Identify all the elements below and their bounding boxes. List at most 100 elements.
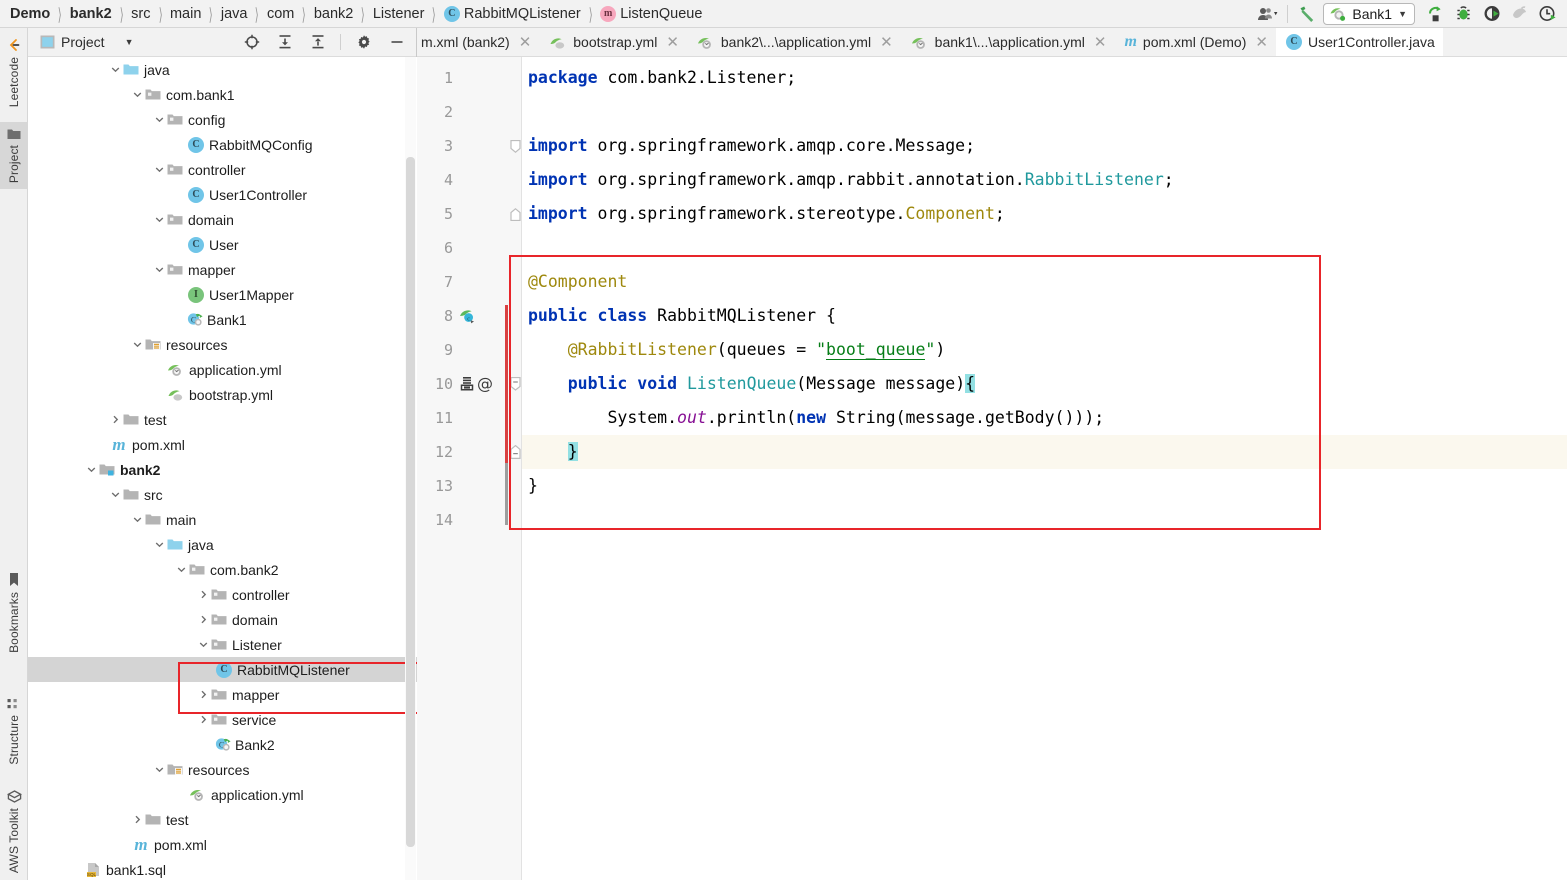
code-line[interactable]: }: [522, 435, 1567, 469]
editor-tab-pom-demo[interactable]: m pom.xml (Demo) ✕: [1114, 28, 1276, 56]
gutter-marks[interactable]: c: [455, 308, 476, 325]
tree-row-selected[interactable]: C RabbitMQListener: [28, 657, 417, 682]
sidebar-tab-leetcode[interactable]: Leetcode: [0, 32, 28, 113]
debug-button[interactable]: [1449, 2, 1477, 26]
tree-row[interactable]: domain: [28, 207, 417, 232]
sidebar-tab-structure[interactable]: Structure: [0, 692, 28, 771]
close-icon[interactable]: ✕: [1252, 34, 1268, 50]
code-line[interactable]: [522, 503, 1567, 537]
tree-row[interactable]: bank2: [28, 457, 417, 482]
fold-marker-end[interactable]: [509, 435, 522, 469]
tree-row[interactable]: domain: [28, 607, 417, 632]
hide-panel-button[interactable]: [383, 30, 410, 54]
chevron-down-icon[interactable]: [130, 82, 144, 107]
chevron-right-icon[interactable]: [196, 607, 210, 632]
breadcrumb-item-java[interactable]: java: [221, 6, 248, 22]
tree-row[interactable]: SQL bank1.sql: [28, 857, 417, 880]
annotation-at-gutter-icon[interactable]: @: [477, 376, 493, 392]
project-tree[interactable]: java com.bank1 config C RabbitMQConfig c…: [28, 57, 417, 880]
tree-row[interactable]: m pom.xml: [28, 832, 417, 857]
tree-row[interactable]: bootstrap.yml: [28, 382, 417, 407]
tree-row[interactable]: application.yml: [28, 357, 417, 382]
tree-row[interactable]: service: [28, 707, 417, 732]
code-line[interactable]: System.out.println(new String(message.ge…: [522, 401, 1567, 435]
code-line[interactable]: [522, 231, 1567, 265]
tree-row[interactable]: java: [28, 57, 417, 82]
profiler-button[interactable]: [1505, 2, 1533, 26]
fold-marker-start[interactable]: [509, 129, 522, 163]
tree-row[interactable]: C Bank2: [28, 732, 417, 757]
breadcrumb-item-com[interactable]: com: [267, 6, 294, 22]
chevron-down-icon[interactable]: [152, 257, 166, 282]
chevron-down-icon[interactable]: [130, 332, 144, 357]
code-line[interactable]: @Component: [522, 265, 1567, 299]
sidebar-tab-project[interactable]: Project: [0, 122, 28, 190]
chevron-down-icon[interactable]: [84, 457, 98, 482]
chevron-down-icon[interactable]: [152, 157, 166, 182]
build-hammer-button[interactable]: [1293, 2, 1321, 26]
chevron-down-icon[interactable]: [174, 557, 188, 582]
tree-row[interactable]: config: [28, 107, 417, 132]
code-line[interactable]: public void ListenQueue(Message message)…: [522, 367, 1567, 401]
breadcrumb-item-rabbitmqlistener[interactable]: C RabbitMQListener: [443, 5, 581, 22]
run-configuration-selector[interactable]: Bank1 ▼: [1323, 2, 1415, 25]
chevron-down-icon[interactable]: [108, 482, 122, 507]
code-line[interactable]: }: [522, 469, 1567, 503]
sidebar-tab-aws-toolkit[interactable]: AWS Toolkit: [0, 784, 28, 879]
settings-button[interactable]: [350, 30, 377, 54]
tree-row[interactable]: application.yml: [28, 782, 417, 807]
tree-row[interactable]: m pom.xml: [28, 432, 417, 457]
chevron-right-icon[interactable]: [196, 682, 210, 707]
chevron-down-icon[interactable]: [196, 632, 210, 657]
editor-tab-pom-bank2[interactable]: m.xml (bank2) ✕: [417, 28, 540, 56]
tree-row[interactable]: com.bank2: [28, 557, 417, 582]
services-button[interactable]: [1533, 2, 1561, 26]
tree-row[interactable]: C RabbitMQConfig: [28, 132, 417, 157]
gutter-marks[interactable]: @: [455, 376, 493, 392]
tree-row[interactable]: I User1Mapper: [28, 282, 417, 307]
project-tree-scrollbar-thumb[interactable]: [406, 157, 415, 847]
breadcrumb-item-src[interactable]: src: [131, 6, 150, 22]
user-accounts-button[interactable]: [1254, 2, 1282, 26]
tree-row[interactable]: controller: [28, 157, 417, 182]
tree-row[interactable]: java: [28, 532, 417, 557]
tree-row[interactable]: test: [28, 407, 417, 432]
breadcrumb-item-bank2-pkg[interactable]: bank2: [314, 6, 354, 22]
close-icon[interactable]: ✕: [516, 34, 532, 50]
code-line[interactable]: @RabbitListener(queues = "boot_queue"): [522, 333, 1567, 367]
tree-row[interactable]: com.bank1: [28, 82, 417, 107]
tree-row[interactable]: main: [28, 507, 417, 532]
tree-row[interactable]: resources: [28, 332, 417, 357]
code-line[interactable]: package com.bank2.Listener;: [522, 61, 1567, 95]
tree-row[interactable]: mapper: [28, 682, 417, 707]
tree-row[interactable]: src: [28, 482, 417, 507]
code-editor[interactable]: 1 2 3 4 5 6 7 8 c 9 10 @ 11 12 13 14 pac…: [417, 57, 1567, 880]
chevron-down-icon[interactable]: [130, 507, 144, 532]
breadcrumb-item-listener[interactable]: Listener: [373, 6, 425, 22]
tree-row[interactable]: test: [28, 807, 417, 832]
tree-row[interactable]: controller: [28, 582, 417, 607]
chevron-right-icon[interactable]: [196, 582, 210, 607]
chevron-down-icon[interactable]: [152, 207, 166, 232]
breadcrumb-item-bank2[interactable]: bank2: [70, 6, 112, 22]
tree-row[interactable]: mapper: [28, 257, 417, 282]
editor-tab-bank1-application-yml[interactable]: bank1\...\application.yml ✕: [900, 28, 1115, 56]
close-icon[interactable]: ✕: [663, 34, 679, 50]
chevron-down-icon[interactable]: [152, 107, 166, 132]
select-opened-file-button[interactable]: [238, 30, 265, 54]
tree-row[interactable]: Listener: [28, 632, 417, 657]
run-with-coverage-button[interactable]: [1477, 2, 1505, 26]
chevron-down-icon[interactable]: ▼: [111, 37, 134, 47]
breadcrumb-item-main[interactable]: main: [170, 6, 201, 22]
tree-row[interactable]: C User: [28, 232, 417, 257]
fold-marker-start[interactable]: [509, 367, 522, 401]
code-text-area[interactable]: package com.bank2.Listener; import org.s…: [522, 57, 1567, 880]
sidebar-tab-bookmarks[interactable]: Bookmarks: [0, 566, 28, 659]
close-icon[interactable]: ✕: [1091, 34, 1107, 50]
collapse-all-button[interactable]: [304, 30, 331, 54]
rerun-button[interactable]: [1421, 2, 1449, 26]
breadcrumb-item-listenqueue[interactable]: m ListenQueue: [600, 5, 702, 22]
project-tree-scrollbar-track[interactable]: [405, 57, 416, 880]
code-line[interactable]: [522, 95, 1567, 129]
fold-marker-end[interactable]: [509, 197, 522, 231]
